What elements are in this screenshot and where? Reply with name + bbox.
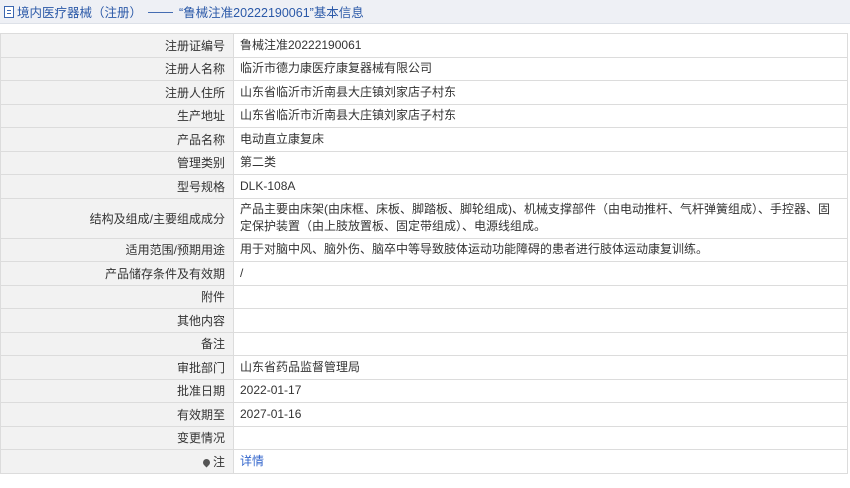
row-value: 2027-01-16 (233, 402, 848, 427)
table-row: 型号规格 DLK-108A (0, 174, 848, 199)
header-title: “鲁械注准20222190061”基本信息 (179, 6, 364, 20)
row-label: 审批部门 (0, 355, 234, 380)
row-label: 注册证编号 (0, 33, 234, 58)
table-row: 注册证编号 鲁械注准20222190061 (0, 33, 848, 58)
header-category: 境内医疗器械（注册） (17, 6, 143, 20)
table-row: 审批部门 山东省药品监督管理局 (0, 355, 848, 380)
table-row: 注册人住所 山东省临沂市沂南县大庄镇刘家店子村东 (0, 80, 848, 105)
table-row: 结构及组成/主要组成成分 产品主要由床架(由床框、床板、脚踏板、脚轮组成)、机械… (0, 197, 848, 239)
row-label: 适用范围/预期用途 (0, 237, 234, 262)
row-value: 山东省临沂市沂南县大庄镇刘家店子村东 (233, 103, 848, 128)
row-label: 生产地址 (0, 103, 234, 128)
row-value: 临沂市德力康医疗康复器械有限公司 (233, 56, 848, 81)
table-row: 有效期至 2027-01-16 (0, 402, 848, 427)
table-row: 生产地址 山东省临沂市沂南县大庄镇刘家店子村东 (0, 103, 848, 128)
row-label: 产品名称 (0, 127, 234, 152)
page-header: 境内医疗器械（注册） —— “鲁械注准20222190061”基本信息 (0, 0, 850, 24)
row-label: 附件 (0, 284, 234, 309)
note-label-cell: 注 (0, 449, 234, 474)
row-label: 管理类别 (0, 150, 234, 175)
pin-icon (201, 457, 212, 468)
row-label: 变更情况 (0, 425, 234, 450)
note-row: 注 详情 (0, 449, 848, 474)
table-row: 产品储存条件及有效期 / (0, 261, 848, 286)
row-label: 备注 (0, 331, 234, 356)
row-label: 其他内容 (0, 308, 234, 333)
row-value: 第二类 (233, 150, 848, 175)
table-row: 其他内容 (0, 308, 848, 333)
document-icon (4, 5, 14, 18)
header-separator: —— (148, 4, 174, 19)
row-label: 注册人名称 (0, 56, 234, 81)
row-label: 批准日期 (0, 378, 234, 403)
row-label: 产品储存条件及有效期 (0, 261, 234, 286)
row-value: 鲁械注准20222190061 (233, 33, 848, 58)
info-table: 注册证编号 鲁械注准20222190061 注册人名称 临沂市德力康医疗康复器械… (0, 33, 848, 474)
row-value: 山东省临沂市沂南县大庄镇刘家店子村东 (233, 80, 848, 105)
row-value: 山东省药品监督管理局 (233, 355, 848, 380)
table-row: 备注 (0, 331, 848, 356)
table-row: 批准日期 2022-01-17 (0, 378, 848, 403)
row-value (233, 308, 848, 333)
row-label: 注册人住所 (0, 80, 234, 105)
table-row: 附件 (0, 284, 848, 309)
row-value: 用于对脑中风、脑外伤、脑卒中等导致肢体运动功能障碍的患者进行肢体运动康复训练。 (233, 237, 848, 262)
note-value-cell: 详情 (233, 449, 848, 474)
table-row: 管理类别 第二类 (0, 150, 848, 175)
row-value (233, 284, 848, 309)
row-label: 型号规格 (0, 174, 234, 199)
row-value: 产品主要由床架(由床框、床板、脚踏板、脚轮组成)、机械支撑部件（由电动推杆、气杆… (233, 197, 848, 239)
table-row: 注册人名称 临沂市德力康医疗康复器械有限公司 (0, 56, 848, 81)
table-row: 适用范围/预期用途 用于对脑中风、脑外伤、脑卒中等导致肢体运动功能障碍的患者进行… (0, 237, 848, 262)
row-value (233, 331, 848, 356)
row-value: DLK-108A (233, 174, 848, 199)
table-row: 产品名称 电动直立康复床 (0, 127, 848, 152)
note-label: 注 (212, 454, 225, 469)
row-value: 电动直立康复床 (233, 127, 848, 152)
row-label: 有效期至 (0, 402, 234, 427)
row-value (233, 425, 848, 450)
details-link[interactable]: 详情 (240, 454, 264, 468)
row-value: 2022-01-17 (233, 378, 848, 403)
row-value: / (233, 261, 848, 286)
table-row: 变更情况 (0, 425, 848, 450)
row-label: 结构及组成/主要组成成分 (0, 197, 234, 239)
